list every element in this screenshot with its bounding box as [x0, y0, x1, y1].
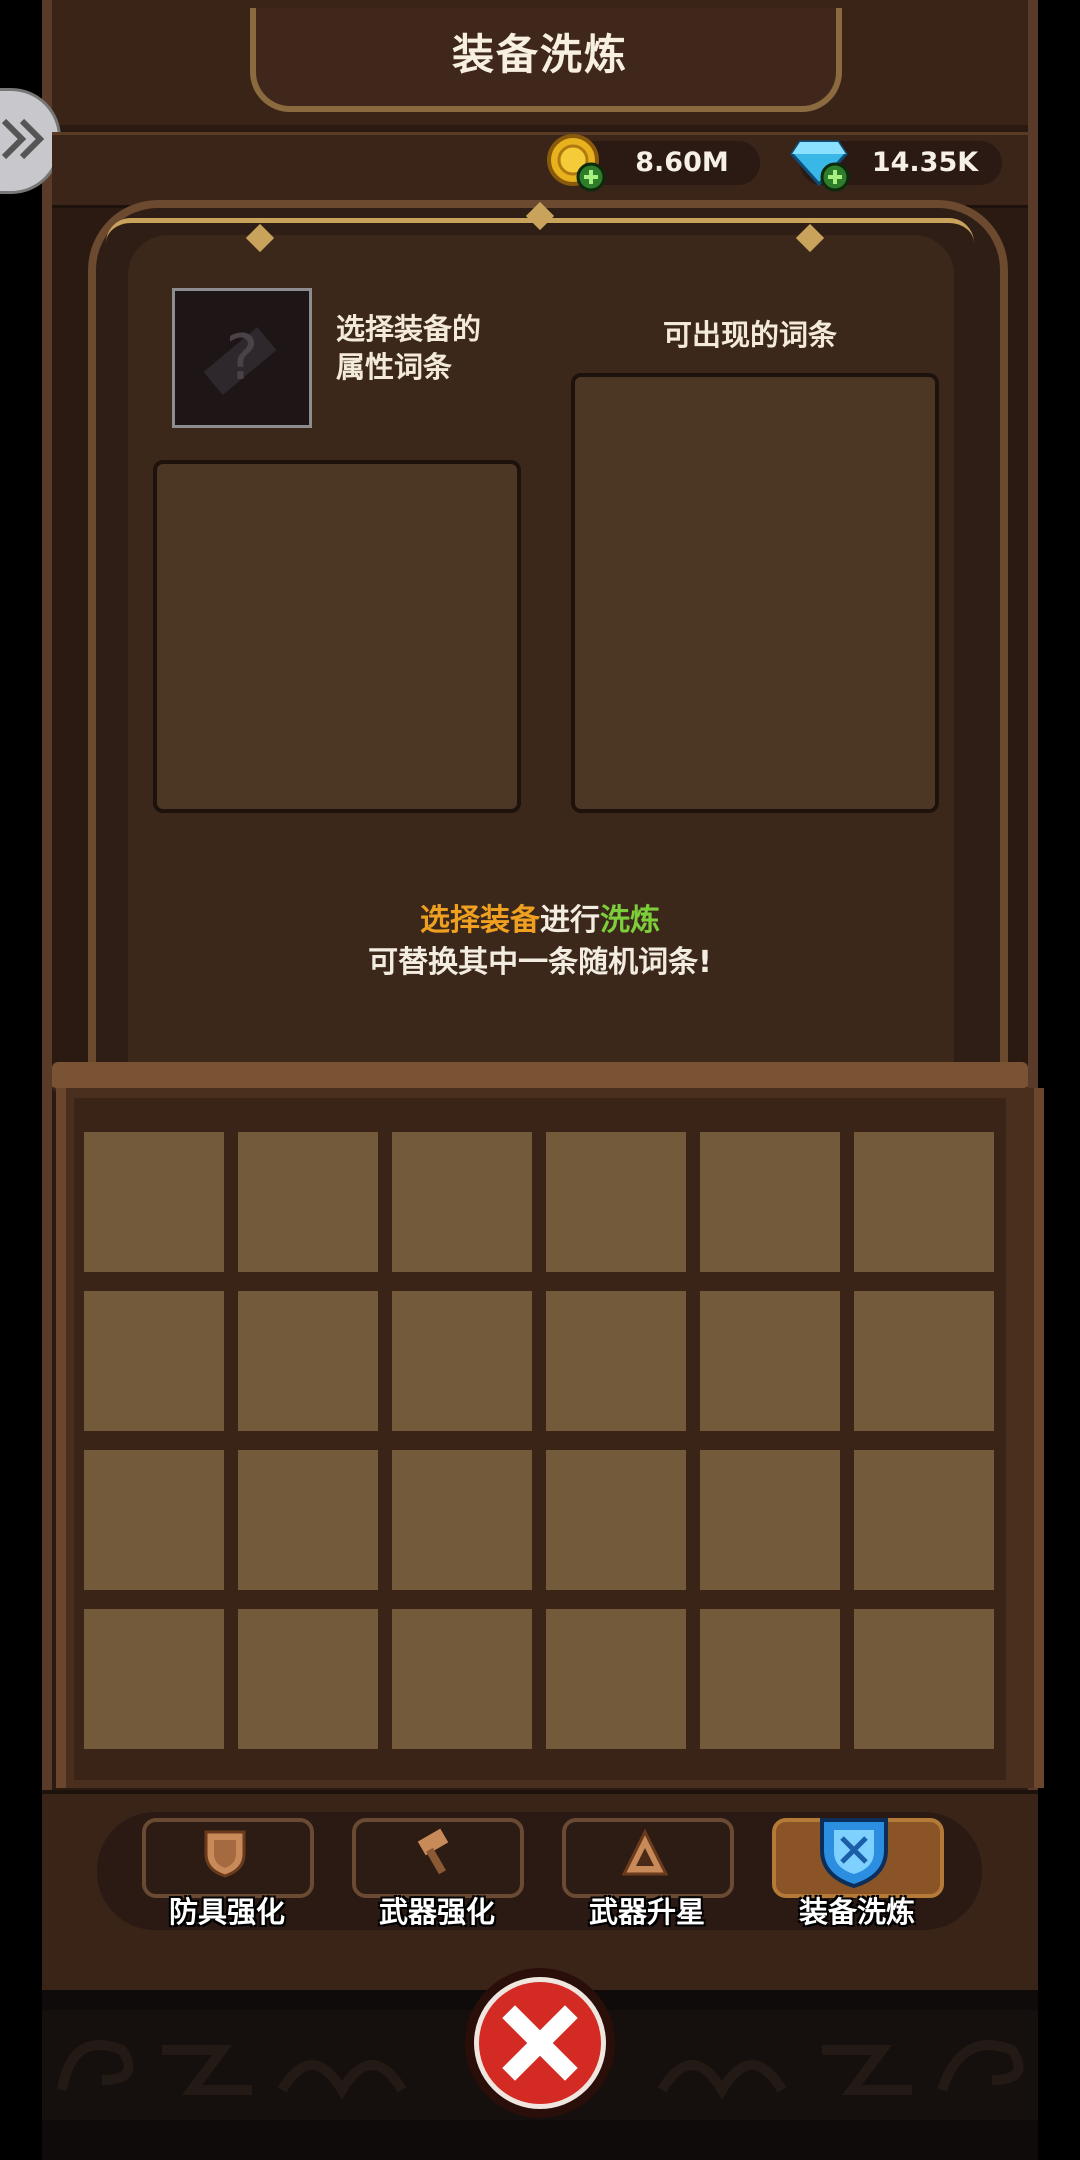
inventory-slot[interactable] [84, 1450, 224, 1590]
inventory-slot[interactable] [854, 1609, 994, 1749]
inventory-slot[interactable] [238, 1291, 378, 1431]
tab-weapon-star[interactable]: 武器升星 [562, 1818, 734, 1930]
inventory-slot[interactable] [392, 1291, 532, 1431]
inventory-slot[interactable] [238, 1609, 378, 1749]
tab-armor-upgrade[interactable]: 防具强化 [142, 1818, 314, 1930]
inventory-slot[interactable] [84, 1609, 224, 1749]
inventory-slot[interactable] [854, 1132, 994, 1272]
chevrons-right-icon [1, 118, 45, 160]
page-title: 装备洗炼 [451, 30, 628, 79]
inventory-slot[interactable] [238, 1132, 378, 1272]
add-diamond-button[interactable] [820, 162, 850, 192]
inventory-slot[interactable] [546, 1450, 686, 1590]
tab-label: 装备洗炼 [798, 1895, 915, 1929]
tab-label: 武器升星 [588, 1895, 705, 1929]
possible-attributes-box [571, 373, 939, 813]
inventory-slot[interactable] [854, 1450, 994, 1590]
close-icon [502, 2005, 578, 2081]
diamond-value: 14.35K [871, 147, 979, 178]
inventory-slot[interactable] [238, 1450, 378, 1590]
inventory-slot[interactable] [700, 1609, 840, 1749]
inventory-slot[interactable] [392, 1132, 532, 1272]
add-gold-button[interactable] [576, 162, 606, 192]
plus-icon [576, 162, 606, 192]
question-mark-icon: ? [203, 321, 277, 395]
hint-line-2: 可替换其中一条随机词条! [368, 945, 712, 980]
inventory-slot[interactable] [700, 1291, 840, 1431]
inventory-slot[interactable] [84, 1132, 224, 1272]
inventory-slot[interactable] [392, 1609, 532, 1749]
inventory-grid [74, 1098, 1006, 1780]
shield-icon [204, 1830, 246, 1878]
hammer-icon [417, 1828, 449, 1875]
inventory-slot[interactable] [546, 1132, 686, 1272]
possible-attributes-label: 可出现的词条 [662, 318, 837, 352]
inventory-slot[interactable] [84, 1291, 224, 1431]
inventory-slot[interactable] [854, 1291, 994, 1431]
tab-equipment-reforge[interactable]: 装备洗炼 [772, 1818, 944, 1930]
blue-shield-icon [820, 1818, 888, 1889]
select-attribute-label: 选择装备的 属性词条 [336, 312, 482, 384]
triangle-icon [622, 1828, 668, 1876]
tab-label: 防具强化 [168, 1895, 285, 1929]
hint-line-1: 选择装备进行洗炼 [420, 903, 660, 938]
current-attributes-box [153, 460, 521, 813]
tab-label: 武器强化 [378, 1895, 495, 1929]
tab-weapon-upgrade[interactable]: 武器强化 [352, 1818, 524, 1930]
inventory-slot[interactable] [700, 1132, 840, 1272]
equipment-slot[interactable]: ? [172, 288, 312, 428]
inventory-slot[interactable] [392, 1450, 532, 1590]
svg-text:?: ? [226, 321, 259, 394]
plus-icon [820, 162, 850, 192]
inventory-slot[interactable] [546, 1609, 686, 1749]
gold-value: 8.60M [635, 147, 729, 178]
inventory-slot[interactable] [546, 1291, 686, 1431]
close-button[interactable] [474, 1977, 606, 2109]
inventory-slot[interactable] [700, 1450, 840, 1590]
